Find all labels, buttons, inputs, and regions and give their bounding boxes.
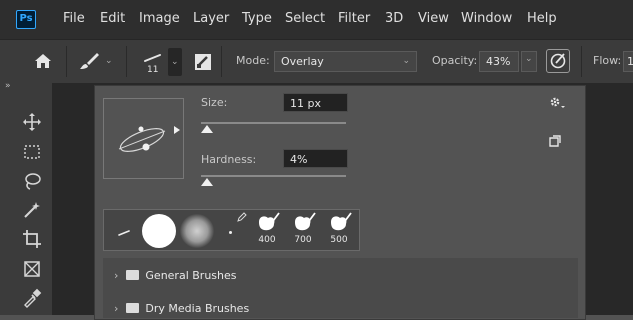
menu-3d[interactable]: 3D (385, 11, 403, 26)
menu-filter[interactable]: Filter (338, 11, 370, 26)
folder-label: Dry Media Brushes (145, 302, 250, 315)
mode-select[interactable]: Overlay ⌄ (274, 51, 417, 72)
preview-arrow-icon (174, 126, 180, 134)
home-icon[interactable] (34, 52, 52, 70)
brush-picker-dropdown[interactable]: ⌄ (168, 48, 182, 76)
frame-icon[interactable] (22, 259, 42, 279)
mode-label: Mode: (236, 54, 270, 67)
menu-file[interactable]: File (63, 11, 85, 26)
menu-help[interactable]: Help (527, 11, 557, 26)
menu-image[interactable]: Image (139, 11, 180, 26)
preset-size-label: 500 (330, 235, 348, 245)
chevron-down-icon: ⌄ (402, 56, 410, 66)
menu-view[interactable]: View (418, 11, 449, 26)
pressure-opacity-icon[interactable] (546, 49, 570, 73)
brush-angle-preview[interactable] (103, 98, 184, 179)
brush-preset-chevron-icon[interactable]: ⌄ (105, 56, 113, 66)
menu-select[interactable]: Select (285, 11, 325, 26)
pencil-icon (237, 211, 247, 222)
preset-custom-brush-1[interactable] (256, 212, 280, 234)
preset-custom-brush-3[interactable] (328, 212, 352, 234)
preset-custom-brush-2[interactable] (292, 212, 316, 234)
hardness-slider[interactable] (201, 175, 346, 177)
flow-value: 1 (627, 55, 633, 68)
collapse-panel-icon[interactable]: » (5, 81, 11, 91)
chevron-down-icon: ⌄ (525, 54, 533, 64)
preset-soft-round-brush[interactable] (180, 214, 214, 248)
gear-icon[interactable] (548, 95, 566, 111)
hardness-value: 4% (290, 153, 308, 166)
new-preset-icon[interactable] (548, 134, 562, 148)
size-input[interactable]: 11 px (283, 93, 348, 112)
menu-type[interactable]: Type (242, 11, 272, 26)
hardness-label: Hardness: (201, 153, 257, 166)
opacity-value: 43% (486, 55, 511, 68)
size-label: Size: (201, 96, 228, 109)
flow-label: Flow: (593, 54, 622, 67)
brush-settings-icon[interactable] (194, 53, 212, 71)
magic-wand-icon[interactable] (22, 200, 42, 220)
preset-size-label: 700 (294, 235, 312, 245)
folder-icon (126, 303, 140, 313)
menu-window[interactable]: Window (461, 11, 512, 26)
lasso-icon[interactable] (22, 171, 42, 191)
photoshop-logo: Ps (16, 10, 36, 29)
tools-panel: » (0, 81, 52, 315)
preset-dot-brush[interactable] (229, 231, 232, 234)
hardness-input[interactable]: 4% (283, 149, 348, 168)
size-slider-thumb[interactable] (200, 125, 213, 133)
crop-icon[interactable] (22, 229, 42, 249)
options-bar: ⌄ 11 ⌄ Mode: Overlay ⌄ Opacity: 43% ⌄ Fl… (0, 39, 633, 83)
chevron-right-icon: › (114, 302, 119, 315)
chevron-down-icon: ⌄ (171, 57, 179, 67)
brush-size-number: 11 (147, 65, 159, 75)
brush-picker[interactable]: 11 (139, 48, 169, 78)
opacity-slider-toggle[interactable]: ⌄ (521, 51, 537, 72)
eyedropper-icon[interactable] (22, 288, 42, 308)
folder-general-brushes[interactable]: › General Brushes (114, 269, 237, 282)
chevron-right-icon: › (114, 269, 119, 282)
preset-size-label: 400 (258, 235, 276, 245)
folder-label: General Brushes (145, 269, 237, 282)
marquee-icon[interactable] (22, 142, 42, 162)
menu-edit[interactable]: Edit (100, 11, 125, 26)
brush-icon[interactable] (78, 50, 100, 72)
menu-layer[interactable]: Layer (193, 11, 229, 26)
preset-tiny-brush[interactable] (117, 226, 131, 236)
preset-hard-round-brush[interactable] (142, 214, 176, 248)
folder-icon (126, 270, 140, 280)
opacity-input[interactable]: 43% (479, 51, 519, 72)
move-icon[interactable] (22, 112, 42, 132)
mode-value: Overlay (281, 55, 324, 68)
flow-input[interactable]: 1 (623, 51, 633, 72)
folder-dry-media-brushes[interactable]: › Dry Media Brushes (114, 302, 249, 315)
size-slider[interactable] (201, 122, 346, 124)
opacity-label: Opacity: (432, 54, 478, 67)
menu-bar: Ps File Edit Image Layer Type Select Fil… (0, 0, 633, 39)
size-value: 11 px (290, 97, 321, 110)
hardness-slider-thumb[interactable] (200, 178, 213, 186)
